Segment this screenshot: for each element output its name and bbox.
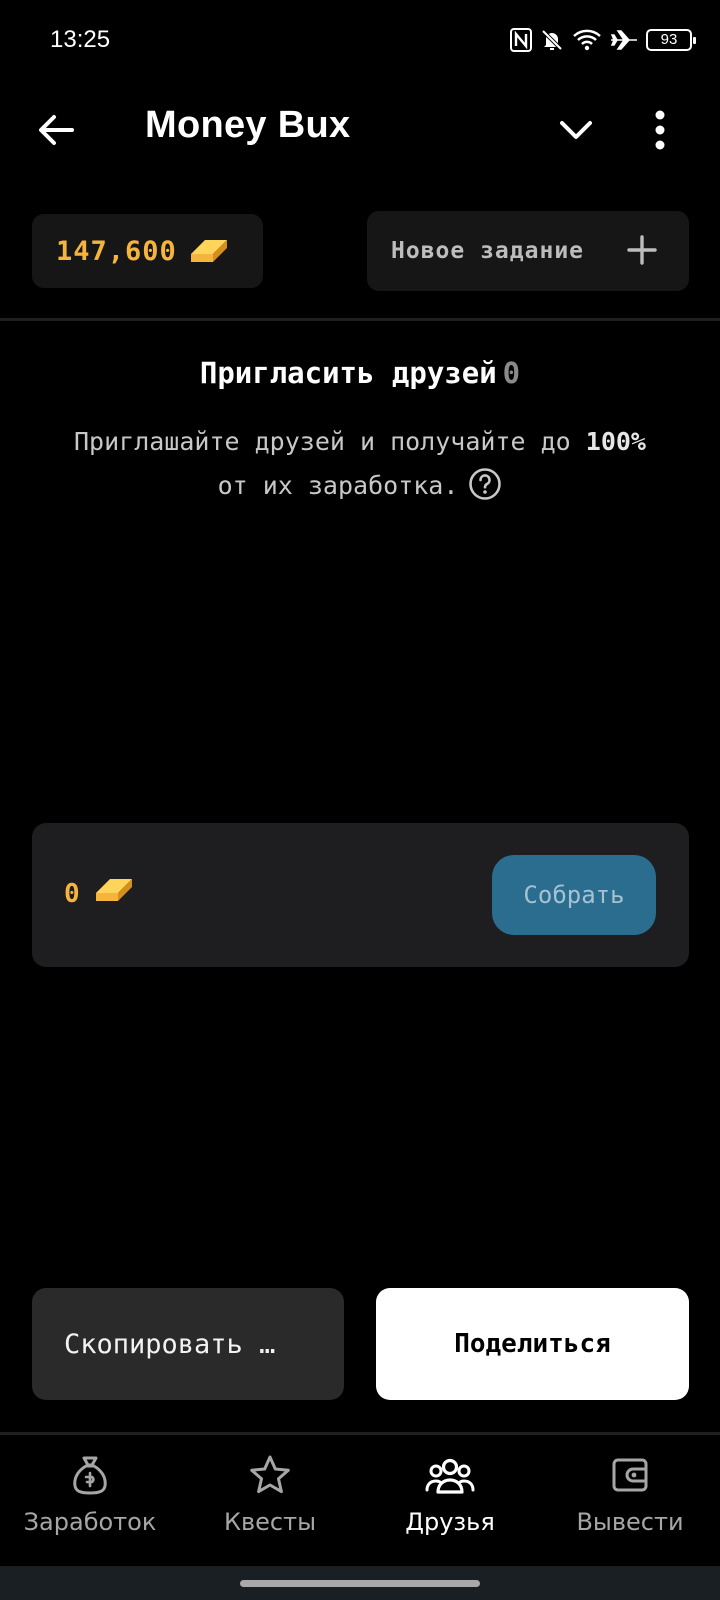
nav-label-earnings: Заработок — [23, 1508, 157, 1536]
nav-item-withdraw[interactable]: Вывести — [540, 1436, 720, 1566]
gesture-bar — [0, 1566, 720, 1600]
help-circle-icon[interactable] — [468, 467, 502, 501]
nav-item-quests[interactable]: Квесты — [180, 1436, 360, 1566]
airplane-icon — [610, 28, 638, 52]
collect-button[interactable]: Собрать — [492, 855, 656, 935]
invite-desc-text: Приглашайте друзей и получайте до — [74, 427, 571, 456]
plus-icon — [627, 235, 657, 265]
collect-value: 0 — [64, 879, 80, 909]
expand-button[interactable] — [556, 112, 596, 148]
gold-bar-icon — [96, 879, 132, 901]
back-arrow-icon — [39, 115, 74, 145]
invite-count: 0 — [502, 356, 521, 390]
app-bar: Money Bux — [0, 90, 720, 168]
gold-bar-icon — [190, 240, 227, 262]
battery-icon: 93 — [646, 29, 696, 51]
status-time: 13:25 — [50, 26, 111, 53]
invite-desc-percent: 100% — [585, 427, 646, 456]
app-title: Money Bux — [145, 104, 351, 146]
invite-title: Пригласить друзей — [199, 356, 497, 390]
share-button[interactable]: Поделиться — [376, 1288, 689, 1400]
nav-item-earnings[interactable]: Заработок — [0, 1436, 180, 1566]
wifi-icon — [572, 29, 602, 51]
balance-chip[interactable]: 147,600 — [32, 214, 263, 288]
back-button[interactable] — [34, 108, 78, 152]
status-bar: 13:25 93 — [0, 0, 720, 84]
nav-label-quests: Квесты — [223, 1508, 317, 1536]
chevron-down-icon — [560, 121, 592, 139]
nfc-icon — [510, 28, 532, 52]
money-bag-icon — [73, 1456, 107, 1495]
status-icons: 93 — [510, 28, 696, 52]
star-icon — [250, 1455, 290, 1494]
nav-item-friends[interactable]: Друзья — [360, 1436, 540, 1566]
collect-card: 0 Собрать — [32, 823, 689, 967]
bell-off-icon — [540, 28, 564, 52]
nav-divider — [0, 1432, 720, 1435]
wallet-icon — [612, 1458, 648, 1492]
more-menu-button[interactable] — [652, 108, 668, 152]
more-vert-icon — [655, 110, 665, 150]
invite-description: Приглашайте друзей и получайте до 100% о… — [30, 420, 690, 508]
header-divider — [0, 318, 720, 321]
home-gesture-pill[interactable] — [240, 1580, 480, 1587]
nav-label-friends: Друзья — [405, 1508, 495, 1536]
bottom-nav: Заработок Квесты Друзья Вывести — [0, 1436, 720, 1566]
invite-title-row: Пригласить друзей 0 — [0, 356, 720, 390]
invite-desc-text-2: от их заработка. — [217, 471, 459, 500]
balance-value: 147,600 — [56, 235, 177, 267]
new-task-button[interactable]: Новое задание — [367, 211, 689, 291]
people-icon — [425, 1458, 475, 1494]
copy-link-button[interactable]: Скопировать … — [32, 1288, 344, 1400]
nav-label-withdraw: Вывести — [576, 1508, 684, 1536]
new-task-label: Новое задание — [391, 238, 585, 264]
